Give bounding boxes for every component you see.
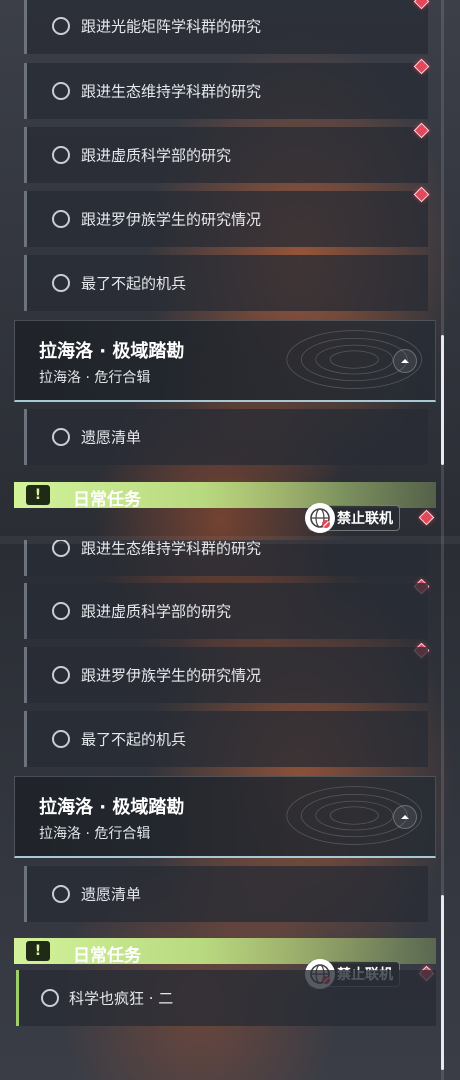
chevron-up-icon[interactable] bbox=[393, 805, 417, 829]
alert-icon: ! bbox=[26, 485, 50, 505]
scrollbar-thumb[interactable] bbox=[441, 335, 444, 465]
quest-label: 遗愿清单 bbox=[81, 428, 142, 447]
quest-item[interactable]: 跟进生态维持学科群的研究 bbox=[24, 63, 428, 119]
quest-status-icon bbox=[52, 602, 70, 620]
offline-label: 禁止联机 bbox=[337, 511, 393, 527]
quest-label: 跟进罗伊族学生的研究情况 bbox=[81, 210, 262, 229]
daily-quest-item[interactable]: 科学也疯狂 · 二 bbox=[16, 970, 436, 1026]
quest-label: 跟进虚质科学部的研究 bbox=[81, 602, 232, 621]
quest-label: 跟进生态维持学科群的研究 bbox=[81, 82, 262, 101]
quest-item[interactable]: 遗愿清单 bbox=[24, 866, 428, 922]
quest-status-icon bbox=[52, 210, 70, 228]
quest-item[interactable]: 跟进罗伊族学生的研究情况 bbox=[24, 191, 428, 247]
quest-status-icon bbox=[52, 17, 70, 35]
quest-label: 跟进光能矩阵学科群的研究 bbox=[81, 17, 262, 36]
quest-label: 遗愿清单 bbox=[81, 885, 142, 904]
event-card[interactable]: 拉海洛 · 极域踏勘 拉海洛 · 危行合辑 bbox=[14, 776, 436, 858]
quest-list-panel-top: 跟进光能矩阵学科群的研究 跟进生态维持学科群的研究 跟进虚质科学部的研究 跟进罗… bbox=[0, 0, 460, 540]
quest-status-icon bbox=[52, 885, 70, 903]
quest-item[interactable]: 跟进生态维持学科群的研究 bbox=[24, 540, 428, 576]
quest-status-icon bbox=[52, 428, 70, 446]
quest-status-icon bbox=[52, 274, 70, 292]
event-title: 拉海洛 · 极域踏勘 bbox=[39, 797, 185, 818]
daily-task-label: 日常任务 bbox=[73, 490, 141, 510]
quest-label: 科学也疯狂 · 二 bbox=[69, 989, 174, 1008]
new-badge-icon bbox=[418, 509, 435, 526]
event-subtitle: 拉海洛 · 危行合辑 bbox=[39, 826, 151, 842]
quest-status-icon bbox=[52, 730, 70, 748]
quest-status-icon bbox=[52, 146, 70, 164]
offline-status-button[interactable]: 禁止联机 bbox=[305, 503, 400, 533]
chevron-up-icon[interactable] bbox=[393, 349, 417, 373]
quest-item[interactable]: 跟进罗伊族学生的研究情况 bbox=[24, 647, 428, 703]
quest-item[interactable]: 最了不起的机兵 bbox=[24, 255, 428, 311]
daily-task-label: 日常任务 bbox=[73, 946, 141, 966]
quest-label: 跟进虚质科学部的研究 bbox=[81, 146, 232, 165]
quest-status-icon bbox=[52, 666, 70, 684]
event-subtitle: 拉海洛 · 危行合辑 bbox=[39, 370, 151, 386]
quest-label: 最了不起的机兵 bbox=[81, 730, 187, 749]
quest-label: 最了不起的机兵 bbox=[81, 274, 187, 293]
quest-list-panel-bottom: 跟进生态维持学科群的研究 跟进虚质科学部的研究 跟进罗伊族学生的研究情况 最了不… bbox=[0, 540, 460, 1080]
quest-item[interactable]: 最了不起的机兵 bbox=[24, 711, 428, 767]
no-network-icon bbox=[305, 503, 335, 533]
alert-icon: ! bbox=[26, 941, 50, 961]
quest-status-icon bbox=[41, 989, 59, 1007]
scrollbar-thumb[interactable] bbox=[441, 895, 444, 1070]
quest-item[interactable]: 遗愿清单 bbox=[24, 409, 428, 465]
panel-divider bbox=[0, 536, 460, 544]
quest-item[interactable]: 跟进光能矩阵学科群的研究 bbox=[24, 0, 428, 54]
event-title: 拉海洛 · 极域踏勘 bbox=[39, 341, 185, 362]
quest-status-icon bbox=[52, 82, 70, 100]
event-card[interactable]: 拉海洛 · 极域踏勘 拉海洛 · 危行合辑 bbox=[14, 320, 436, 402]
quest-item[interactable]: 跟进虚质科学部的研究 bbox=[24, 127, 428, 183]
quest-label: 跟进罗伊族学生的研究情况 bbox=[81, 666, 262, 685]
quest-item[interactable]: 跟进虚质科学部的研究 bbox=[24, 583, 428, 639]
